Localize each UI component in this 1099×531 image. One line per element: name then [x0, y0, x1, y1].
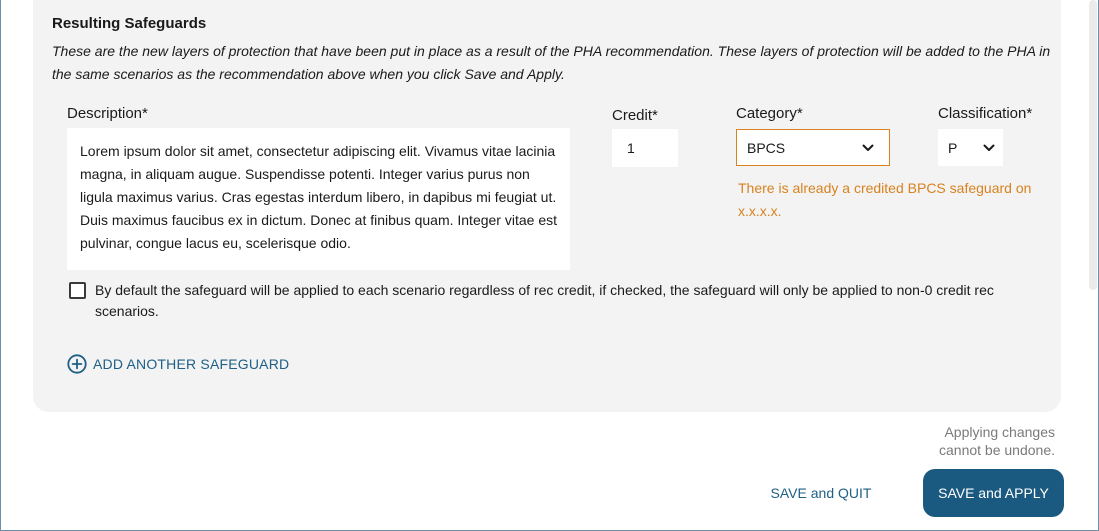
category-warning: There is already a credited BPCS safegua… [738, 180, 1032, 219]
add-another-safeguard-label: ADD ANOTHER SAFEGUARD [93, 356, 290, 372]
credit-label: Credit* [612, 107, 658, 124]
save-and-quit-button[interactable]: SAVE and QUIT [762, 480, 880, 506]
add-another-safeguard-button[interactable]: ADD ANOTHER SAFEGUARD [67, 354, 289, 374]
classification-label: Classification* [938, 105, 1033, 122]
description-label: Description* [67, 105, 148, 122]
category-selected-value: BPCS [747, 139, 786, 156]
save-and-apply-button[interactable]: SAVE and APPLY [923, 469, 1064, 517]
classification-select[interactable]: P [938, 129, 1003, 166]
non-zero-credit-checkbox[interactable] [69, 282, 86, 299]
checkbox-label: By default the safeguard will be applied… [95, 282, 994, 319]
chevron-down-icon [861, 141, 875, 155]
section-description: These are the new layers of protection t… [52, 43, 1051, 82]
category-label: Category* [736, 105, 803, 122]
category-select[interactable]: BPCS [736, 129, 890, 166]
chevron-down-icon [982, 141, 996, 155]
section-title: Resulting Safeguards [52, 15, 207, 32]
apply-warning-note: Applying changes cannot be undone. [939, 424, 1055, 458]
scrollbar[interactable] [1089, 0, 1097, 290]
plus-circle-icon [67, 354, 87, 374]
description-textarea[interactable]: Lorem ipsum dolor sit amet, consectetur … [67, 128, 570, 270]
credit-input[interactable] [612, 129, 678, 167]
classification-selected-value: P [948, 139, 958, 156]
